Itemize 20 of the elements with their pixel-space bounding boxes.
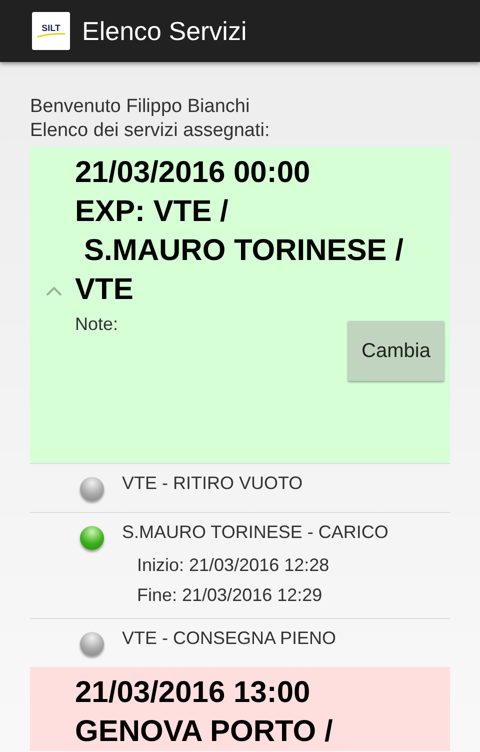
chevron-up-icon[interactable] (46, 286, 62, 296)
step-detail: Inizio: 21/03/2016 12:28 (136, 554, 330, 577)
step-label: VTE - CONSEGNA PIENO (122, 627, 336, 649)
service-card[interactable]: 21/03/2016 00:00 EXP: VTE / S.MAURO TORINESE / VTE Note: Cambia (30, 147, 450, 463)
service-title-line: EXP: VTE / (75, 194, 230, 230)
app-logo: SILT (32, 12, 70, 50)
service-title-line: GENOVA PORTO / (75, 714, 334, 750)
step-label: VTE - RITIRO VUOTO (122, 472, 303, 494)
step-detail: Fine: 21/03/2016 12:29 (136, 584, 324, 607)
app-title: Elenco Servizi (82, 14, 247, 48)
step-label: S.MAURO TORINESE - CARICO (122, 521, 388, 543)
service-title-line: 21/03/2016 13:00 (75, 675, 312, 711)
service-card[interactable]: 21/03/2016 13:00 GENOVA PORTO / (30, 667, 450, 751)
change-button[interactable]: Cambia (348, 321, 444, 381)
service-title-line: S.MAURO TORINESE / (83, 233, 404, 269)
service-title-line: 21/03/2016 00:00 (75, 155, 312, 191)
list-label: Elenco dei servizi assegnati: (30, 119, 271, 143)
welcome-text: Benvenuto Filippo Bianchi (30, 95, 251, 119)
note-label: Note: (75, 313, 118, 336)
service-title-line: VTE (75, 272, 134, 308)
